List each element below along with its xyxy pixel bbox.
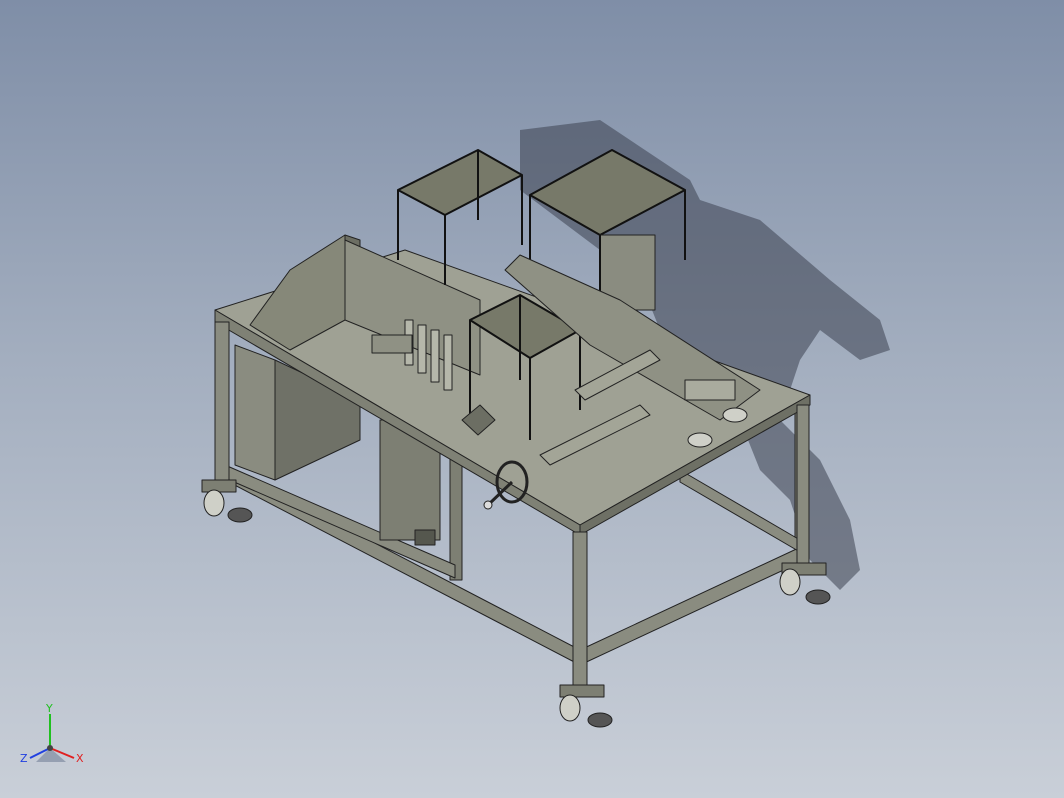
frame-leg-front-left: [214, 321, 230, 483]
frame-leg-front-middle: [572, 531, 588, 688]
frame-leg-back-middle: [449, 449, 463, 581]
graphics-viewport[interactable]: Y X Z: [0, 0, 1064, 798]
triad-origin: [47, 745, 53, 751]
triad-z-label: Z: [20, 752, 28, 765]
caster-wheel-front-middle: [559, 684, 613, 728]
frame-leg-right: [796, 404, 810, 566]
triad-y-label: Y: [45, 702, 53, 715]
caster-wheel-right: [779, 562, 831, 605]
cad-model-view[interactable]: [0, 0, 1064, 798]
triad-x-label: X: [76, 752, 84, 765]
reference-triad: Y X Z: [20, 702, 84, 765]
